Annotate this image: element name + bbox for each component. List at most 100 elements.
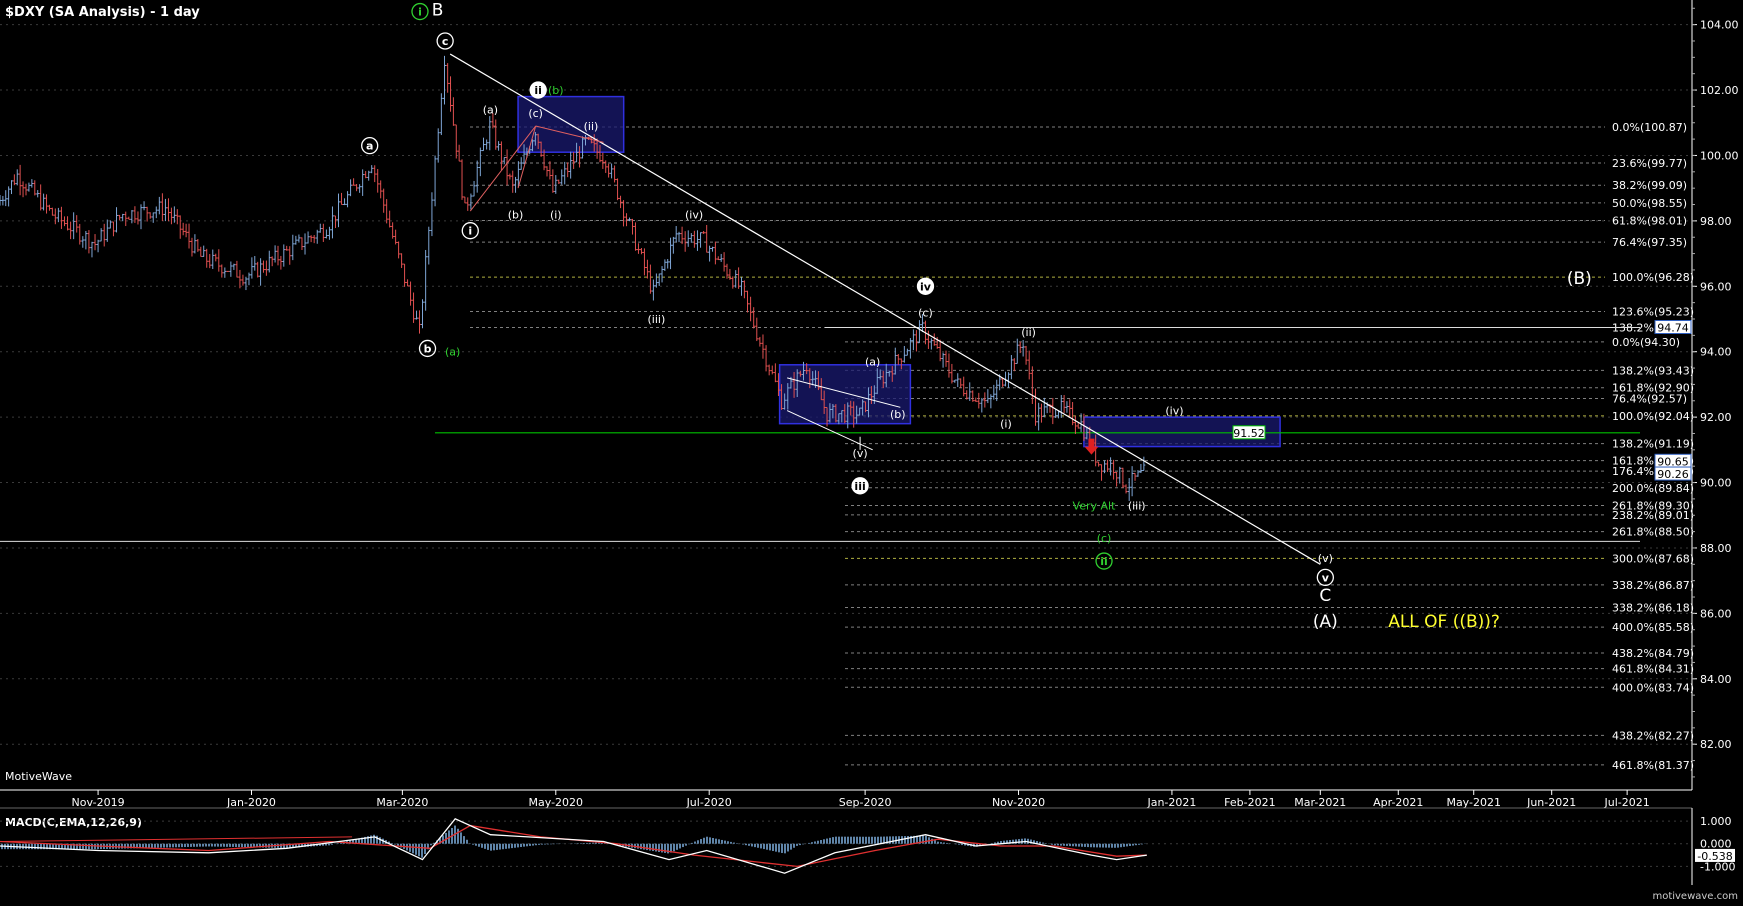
wave-label-18: (v) — [853, 447, 868, 460]
macd-current-value: -0.538 — [1697, 850, 1732, 863]
price-tag-2: 90.65 — [1657, 455, 1689, 468]
time-tick-label-2: Mar-2020 — [376, 796, 428, 809]
wave-label-22: (ii) — [1021, 326, 1036, 339]
fib-label-13: 100.0%(92.04) — [1612, 410, 1694, 423]
time-tick-label-0: Nov-2019 — [72, 796, 125, 809]
wave-label-25: (iii) — [1128, 499, 1146, 512]
wave-label-24: (iv) — [1165, 405, 1183, 418]
wave-label-9: (c) — [528, 107, 543, 120]
price-tick-label-3: 98.00 — [1700, 215, 1732, 228]
time-tick-label-7: Jan-2021 — [1146, 796, 1196, 809]
chart-title: $DXY (SA Analysis) - 1 day — [5, 5, 200, 20]
fib-label-29: 461.8%(81.37) — [1612, 759, 1694, 772]
price-tick-label-0: 104.00 — [1700, 19, 1739, 32]
fib-label-4: 61.8%(98.01) — [1612, 215, 1687, 228]
fib-label-0: 0.0%(100.87) — [1612, 121, 1687, 134]
wave-label-19: iii — [854, 480, 865, 493]
wave-label-23: (i) — [1000, 418, 1012, 431]
fib-label-22: 338.2%(86.87) — [1612, 579, 1694, 592]
wave-label-34: (B) — [1567, 269, 1592, 289]
wave-label-3: a — [366, 140, 373, 153]
fib-label-10: 138.2%(93.43) — [1612, 364, 1694, 377]
fib-label-9: 0.0%(94.30) — [1612, 336, 1680, 349]
time-tick-label-5: Sep-2020 — [839, 796, 892, 809]
footer-logo: motivewave.com — [1652, 891, 1738, 902]
fib-label-14: 138.2%(91.19) — [1612, 438, 1694, 451]
time-tick-label-9: Mar-2021 — [1294, 796, 1346, 809]
price-tick-label-11: 82.00 — [1700, 738, 1732, 751]
chart-window: 0.0%(100.87) 23.6%(99.77) 38.2%(99.09) 50.0… — [0, 0, 1743, 902]
price-tick-label-8: 88.00 — [1700, 542, 1732, 555]
price-tick-label-4: 96.00 — [1700, 280, 1732, 293]
wave-label-33: ALL OF ((B))? — [1388, 612, 1500, 632]
wave-label-8: (b) — [508, 208, 524, 221]
fib-label-24: 400.0%(85.58) — [1612, 621, 1694, 634]
fib-label-26: 461.8%(84.31) — [1612, 663, 1694, 676]
price-tick-label-10: 84.00 — [1700, 673, 1732, 686]
wave-label-17: (b) — [890, 408, 906, 421]
price-tick-label-2: 100.00 — [1700, 149, 1739, 162]
price-tag-3: 90.26 — [1657, 468, 1689, 481]
fib-label-17: 200.0%(89.84) — [1612, 482, 1694, 495]
fib-label-12: 76.4%(92.57) — [1612, 392, 1687, 405]
wave-label-13: (i) — [550, 208, 562, 221]
fib-label-25: 438.2%(84.79) — [1612, 647, 1694, 660]
wave-label-11: (b) — [548, 84, 564, 97]
dxy-chart[interactable]: 0.0%(100.87) 23.6%(99.77) 38.2%(99.09) 50.0… — [0, 0, 1743, 902]
wave-label-14: (iii) — [648, 313, 666, 326]
fib-label-2: 38.2%(99.09) — [1612, 179, 1687, 192]
watermark: MotiveWave — [5, 770, 72, 783]
time-tick-label-12: Jun-2021 — [1526, 796, 1576, 809]
fib-label-27: 400.0%(83.74) — [1612, 681, 1694, 694]
time-tick-label-13: Jul-2021 — [1604, 796, 1650, 809]
price-tick-label-7: 90.00 — [1700, 477, 1732, 490]
fib-label-7: 123.6%(95.23) — [1612, 305, 1694, 318]
price-tag-0: 94.74 — [1657, 322, 1689, 335]
wave-label-2: c — [442, 35, 449, 48]
fib-label-19: 238.2%(89.01) — [1612, 509, 1694, 522]
wave-label-31: C — [1319, 586, 1331, 606]
wave-label-7: (a) — [483, 104, 498, 117]
price-tick-label-5: 94.00 — [1700, 346, 1732, 359]
fib-label-20: 261.8%(88.50) — [1612, 526, 1694, 539]
fib-label-23: 338.2%(86.18) — [1612, 601, 1694, 614]
time-tick-label-11: May-2021 — [1446, 796, 1501, 809]
wave-label-12: (ii) — [584, 120, 599, 133]
fib-label-28: 438.2%(82.27) — [1612, 729, 1694, 742]
wave-label-6: i — [468, 225, 472, 238]
price-tick-label-6: 92.00 — [1700, 411, 1732, 424]
chart-background — [0, 0, 1743, 902]
macd-label: MACD(C,EMA,12,26,9) — [5, 816, 142, 829]
wave-label-20: iv — [920, 280, 932, 293]
wave-label-1: B — [432, 1, 444, 21]
fib-label-1: 23.6%(99.77) — [1612, 157, 1687, 170]
wave-label-15: (iv) — [685, 208, 703, 221]
wave-label-30: v — [1322, 571, 1330, 584]
time-tick-label-1: Jan-2020 — [226, 796, 276, 809]
fib-label-5: 76.4%(97.35) — [1612, 236, 1687, 249]
fib-label-6: 100.0%(96.28) — [1612, 271, 1694, 284]
wave-label-0: i — [418, 6, 422, 19]
time-tick-label-3: May-2020 — [529, 796, 584, 809]
macd-tick-label-0: 1.000 — [1700, 815, 1732, 828]
price-tick-label-1: 102.00 — [1700, 84, 1739, 97]
macd-tick-label-1: 0.000 — [1700, 838, 1732, 851]
wave-label-32: (A) — [1313, 612, 1338, 632]
wave-label-21: (c) — [918, 306, 933, 319]
time-tick-label-8: Feb-2021 — [1224, 796, 1275, 809]
time-tick-label-6: Nov-2020 — [992, 796, 1045, 809]
wave-label-16: (a) — [865, 356, 880, 369]
price-tag-1: 91.52 — [1233, 427, 1265, 440]
wave-label-26: Very Alt — [1073, 499, 1117, 512]
fib-label-21: 300.0%(87.68) — [1612, 552, 1694, 565]
price-tick-label-9: 86.00 — [1700, 607, 1732, 620]
wave-label-28: ii — [1100, 555, 1108, 568]
fib-label-3: 50.0%(98.55) — [1612, 197, 1687, 210]
wave-label-5: (a) — [445, 346, 460, 359]
wave-label-10: ii — [534, 84, 542, 97]
time-tick-label-10: Apr-2021 — [1373, 796, 1423, 809]
wave-label-29: (v) — [1318, 552, 1333, 565]
wave-label-4: b — [424, 342, 432, 355]
time-tick-label-4: Jul-2020 — [686, 796, 732, 809]
wave-label-27: (c) — [1097, 532, 1112, 545]
